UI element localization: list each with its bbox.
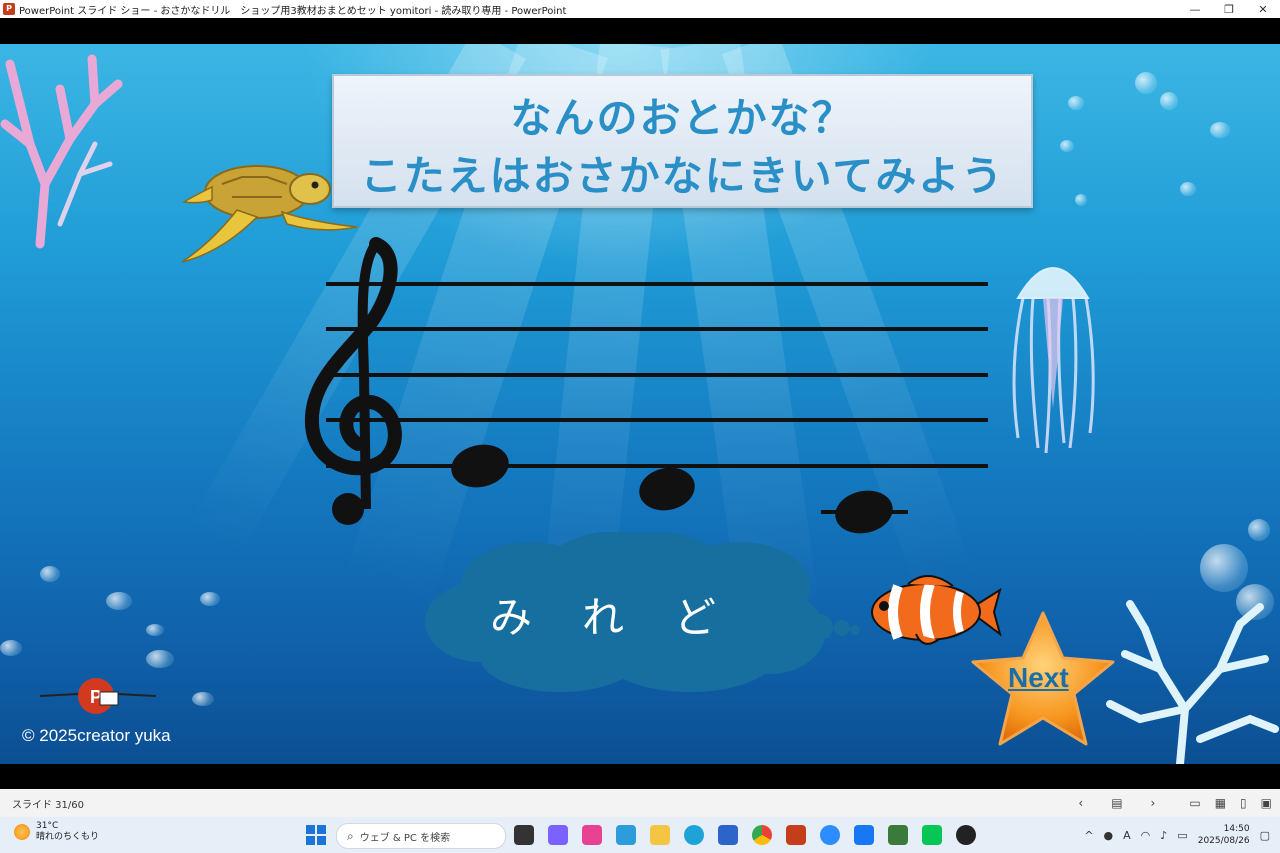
title-line-1: なんのおとかな？ [510,94,855,142]
creator-logo-icon: P [39,678,157,714]
copilot-icon[interactable] [582,825,602,845]
close-icon[interactable]: ✕ [1246,0,1280,18]
coral-right-icon [1106,600,1279,764]
window-title-bar: P PowerPoint スライド ショー - おさかなドリル ショップ用3教材… [0,0,1280,18]
battery-icon[interactable]: ▭ [1177,829,1187,842]
obs-icon[interactable] [956,825,976,845]
bubble-icon [1135,72,1157,94]
slideshow-icon[interactable]: ▣ [1261,796,1272,810]
slide-menu-icon[interactable]: ▤ [1111,796,1122,810]
system-tray: ^ ● A ◠ ♪ ▭ 14:50 2025/08/26 ▢ [1084,817,1270,853]
edge-icon[interactable] [684,825,704,845]
note-e [451,444,509,488]
app-icon[interactable] [616,825,636,845]
bubble-icon [40,566,60,582]
file-explorer-icon[interactable] [650,825,670,845]
treble-clef-icon [304,237,402,525]
next-button[interactable]: Next [1008,662,1069,694]
normal-view-icon[interactable]: ▭ [1189,796,1200,810]
weather-temp: 31°C [36,821,59,831]
bubble-icon [200,592,220,606]
reading-view-icon[interactable]: ▯ [1240,796,1247,810]
chrome-icon[interactable] [752,825,772,845]
music-staff [304,237,988,534]
bubble-icon [1160,92,1178,110]
weather-icon [14,824,30,840]
note-c [835,490,893,534]
slide-canvas[interactable]: なんのおとかな？ こたえはおさかなにきいてみよう み れ ど Next P © … [0,44,1280,764]
slideshow-status-bar: スライド 31/60 ‹ ▤ › ▭ ▦ ▯ ▣ [0,789,1280,817]
bubble-icon [146,624,164,636]
task-view-icon[interactable] [514,825,534,845]
window-title: PowerPoint スライド ショー - おさかなドリル ショップ用3教材おま… [19,5,567,17]
jellyfish-icon [1012,267,1095,454]
weather-desc: 晴れのちくもり [36,832,100,842]
facebook-icon[interactable] [854,825,874,845]
minimize-icon[interactable]: — [1178,0,1212,18]
bubble-icon [1075,194,1087,206]
bubble-icon [1200,544,1248,592]
coral-left-icon [0,54,123,249]
wifi-icon[interactable]: ◠ [1141,829,1151,842]
tray-app-icon[interactable]: ● [1104,829,1114,842]
clock-time: 14:50 [1223,824,1250,834]
ime-indicator[interactable]: A [1123,829,1131,842]
clock[interactable]: 14:50 2025/08/26 [1198,823,1250,847]
copyright-text: © 2025creator yuka [22,726,171,745]
slide-sorter-icon[interactable]: ▦ [1215,796,1226,810]
start-button[interactable] [306,825,326,845]
bubble-icon [0,640,22,656]
slide-counter: スライド 31/60 [12,799,84,811]
bubble-icon [106,592,132,610]
prev-slide-icon[interactable]: ‹ [1078,796,1083,810]
zoom-icon[interactable] [820,825,840,845]
widget-app-icon[interactable] [548,825,568,845]
windows-taskbar: 31°C 晴れのちくもり ⌕ ウェブ & PC を検索 ^ ● A ◠ ♪ ▭ … [0,817,1280,853]
search-placeholder: ウェブ & PC を検索 [359,832,451,844]
app-icon[interactable] [888,825,908,845]
store-icon[interactable] [718,825,738,845]
bubble-icon [1210,122,1230,138]
weather-widget[interactable]: 31°C 晴れのちくもり [14,821,99,843]
next-slide-icon[interactable]: › [1151,796,1156,810]
powerpoint-icon: P [3,3,15,15]
clock-date: 2025/08/26 [1197,836,1250,846]
taskbar-search[interactable]: ⌕ ウェブ & PC を検索 [336,823,506,849]
bubble-icon [1180,182,1196,196]
line-icon[interactable] [922,825,942,845]
note-d [639,467,695,511]
chevron-up-icon[interactable]: ^ [1084,829,1093,842]
title-line-2: こたえはおさかなにきいてみよう [360,152,1005,200]
restore-icon[interactable]: ❐ [1212,0,1246,18]
powerpoint-taskbar-icon[interactable] [786,825,806,845]
answer-text: み れ ど [490,593,721,642]
bubble-icon [146,650,174,668]
bubble-icon [192,692,214,706]
bubble-icon [1248,519,1270,541]
search-icon: ⌕ [347,828,354,843]
bubble-icon [1068,96,1084,110]
volume-icon[interactable]: ♪ [1160,829,1167,842]
question-title-box: なんのおとかな？ こたえはおさかなにきいてみよう [332,74,1033,208]
notification-icon[interactable]: ▢ [1260,829,1270,842]
bubble-icon [1060,140,1074,152]
